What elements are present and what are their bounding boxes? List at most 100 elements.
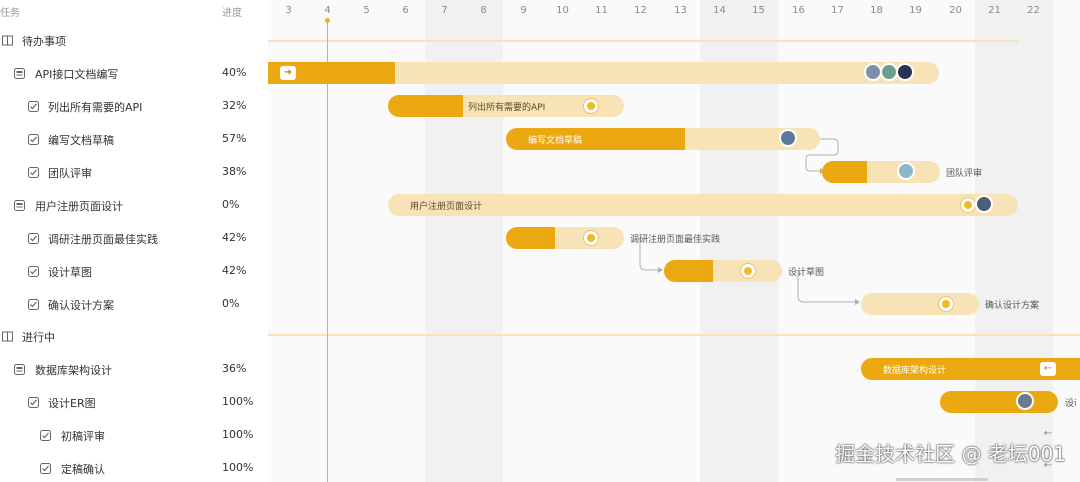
- arrow-right-icon[interactable]: ➜: [280, 66, 296, 80]
- task-progress: 42%: [222, 264, 247, 277]
- group-icon: [2, 35, 13, 46]
- day-label: 11: [595, 5, 608, 16]
- day-label: 18: [870, 5, 883, 16]
- checkbox-icon: [28, 233, 39, 244]
- day-label: 21: [988, 5, 1001, 16]
- task-progress: 0%: [222, 297, 240, 310]
- checkbox-icon: [28, 167, 39, 178]
- today-marker-line: [327, 20, 328, 482]
- task-progress: 0%: [222, 198, 240, 211]
- column-header-task: 任务: [0, 8, 20, 19]
- table-row[interactable]: 团队评审 38%: [0, 156, 268, 189]
- gantt-bar-research[interactable]: [506, 227, 624, 249]
- gantt-bar-review[interactable]: [822, 161, 940, 183]
- gantt-bar-label: 确认设计方案: [985, 301, 1040, 311]
- today-marker-dot: [325, 18, 330, 23]
- task-name: 定稿确认: [61, 463, 105, 476]
- group-row-in-progress[interactable]: 进行中: [0, 320, 268, 353]
- task-name: 用户注册页面设计: [35, 200, 123, 213]
- day-label: 5: [363, 5, 370, 16]
- task-progress: 32%: [222, 99, 247, 112]
- day-label: 8: [480, 5, 487, 16]
- progress-handle-icon[interactable]: [960, 197, 976, 213]
- group-band-todo: [268, 40, 1018, 42]
- task-name: 列出所有需要的API: [48, 101, 143, 114]
- progress-handle-icon[interactable]: [583, 98, 599, 114]
- table-header: 任务 进度: [0, 0, 268, 22]
- task-table: 任务 进度 待办事项 API接口文档编写 40% 列出所有需要的API 32% …: [0, 0, 268, 482]
- table-row[interactable]: 列出所有需要的API 32%: [0, 90, 268, 123]
- gantt-bar-progress: [822, 161, 867, 183]
- task-name: 确认设计方案: [48, 299, 114, 312]
- gantt-bar-sketch[interactable]: [664, 260, 782, 282]
- table-row[interactable]: 初稿评审 100%: [0, 419, 268, 452]
- checkbox-icon: [28, 134, 39, 145]
- task-name: 调研注册页面最佳实践: [48, 233, 158, 246]
- arrow-left-icon[interactable]: ←: [1040, 362, 1056, 376]
- day-label: 9: [520, 5, 527, 16]
- gantt-bar-er[interactable]: [940, 391, 1058, 413]
- progress-handle-icon[interactable]: [740, 263, 756, 279]
- checkbox-icon: [28, 397, 39, 408]
- group-row-todo[interactable]: 待办事项: [0, 24, 268, 57]
- avatar: [779, 129, 797, 147]
- day-label: 10: [556, 5, 569, 16]
- day-label: 3: [285, 5, 292, 16]
- group-band-in-progress: [268, 334, 1080, 336]
- checkbox-icon: [28, 101, 39, 112]
- gantt-bar-progress: [664, 260, 713, 282]
- table-row[interactable]: 用户注册页面设计 0%: [0, 189, 268, 222]
- watermark-text: 掘金技术社区 @ 老坛001: [835, 442, 1066, 466]
- table-row[interactable]: 设计ER图 100%: [0, 386, 268, 419]
- progress-handle-icon[interactable]: [938, 296, 954, 312]
- gantt-bar-confirm[interactable]: [861, 293, 979, 315]
- gantt-bar-label: 列出所有需要的API: [468, 103, 546, 113]
- gantt-bar-api-doc[interactable]: [268, 62, 939, 84]
- task-name: 团队评审: [48, 167, 92, 180]
- avatar: [896, 63, 914, 81]
- progress-handle-icon[interactable]: [583, 230, 599, 246]
- horizontal-scrollbar[interactable]: [896, 478, 988, 481]
- table-row[interactable]: 数据库架构设计 36%: [0, 353, 268, 386]
- gantt-bar-draft[interactable]: 编写文档草稿: [506, 128, 820, 150]
- task-name: 编写文档草稿: [48, 134, 114, 147]
- task-progress: 42%: [222, 231, 247, 244]
- day-label: 6: [402, 5, 409, 16]
- task-name: API接口文档编写: [35, 68, 119, 81]
- task-name: 设计草图: [48, 266, 92, 279]
- table-row[interactable]: 确认设计方案 0%: [0, 288, 268, 321]
- task-progress: 36%: [222, 362, 247, 375]
- table-row[interactable]: 设计草图 42%: [0, 255, 268, 288]
- day-label: 17: [831, 5, 844, 16]
- day-label: 20: [949, 5, 962, 16]
- day-label: 7: [441, 5, 448, 16]
- table-row[interactable]: 编写文档草稿 57%: [0, 123, 268, 156]
- avatar: [975, 195, 993, 213]
- day-label: 16: [792, 5, 805, 16]
- checkbox-icon: [28, 266, 39, 277]
- checkbox-icon: [40, 430, 51, 441]
- gantt-bar-progress: [506, 227, 555, 249]
- table-row[interactable]: API接口文档编写 40%: [0, 57, 268, 90]
- day-label: 15: [752, 5, 765, 16]
- avatar: [1016, 392, 1034, 410]
- gantt-bar-label: 调研注册页面最佳实践: [630, 235, 721, 245]
- gantt-bar-label: 设计草图: [788, 268, 825, 278]
- checkbox-icon: [40, 463, 51, 474]
- table-row[interactable]: 定稿确认 100%: [0, 452, 268, 482]
- task-progress: 100%: [222, 461, 254, 474]
- group-icon: [2, 331, 13, 342]
- task-progress: 57%: [222, 132, 247, 145]
- gantt-bar-signup[interactable]: 用户注册页面设计: [388, 194, 1018, 216]
- day-label-today: 4: [324, 5, 331, 16]
- parent-task-icon: [14, 200, 25, 211]
- timeline-header: 3 4 5 6 7 8 9 10 11 12 13 14 15 16 17 18…: [268, 0, 1080, 22]
- gantt-bar-label: 团队评审: [946, 169, 983, 179]
- gantt-bar-label: 编写文档草稿: [528, 136, 583, 146]
- gantt-bar-label: 用户注册页面设计: [410, 202, 483, 212]
- task-name: 设计ER图: [48, 397, 96, 410]
- day-label: 19: [909, 5, 922, 16]
- gantt-chart[interactable]: 3 4 5 6 7 8 9 10 11 12 13 14 15 16 17 18…: [268, 0, 1080, 482]
- day-label: 22: [1027, 5, 1040, 16]
- table-row[interactable]: 调研注册页面最佳实践 42%: [0, 222, 268, 255]
